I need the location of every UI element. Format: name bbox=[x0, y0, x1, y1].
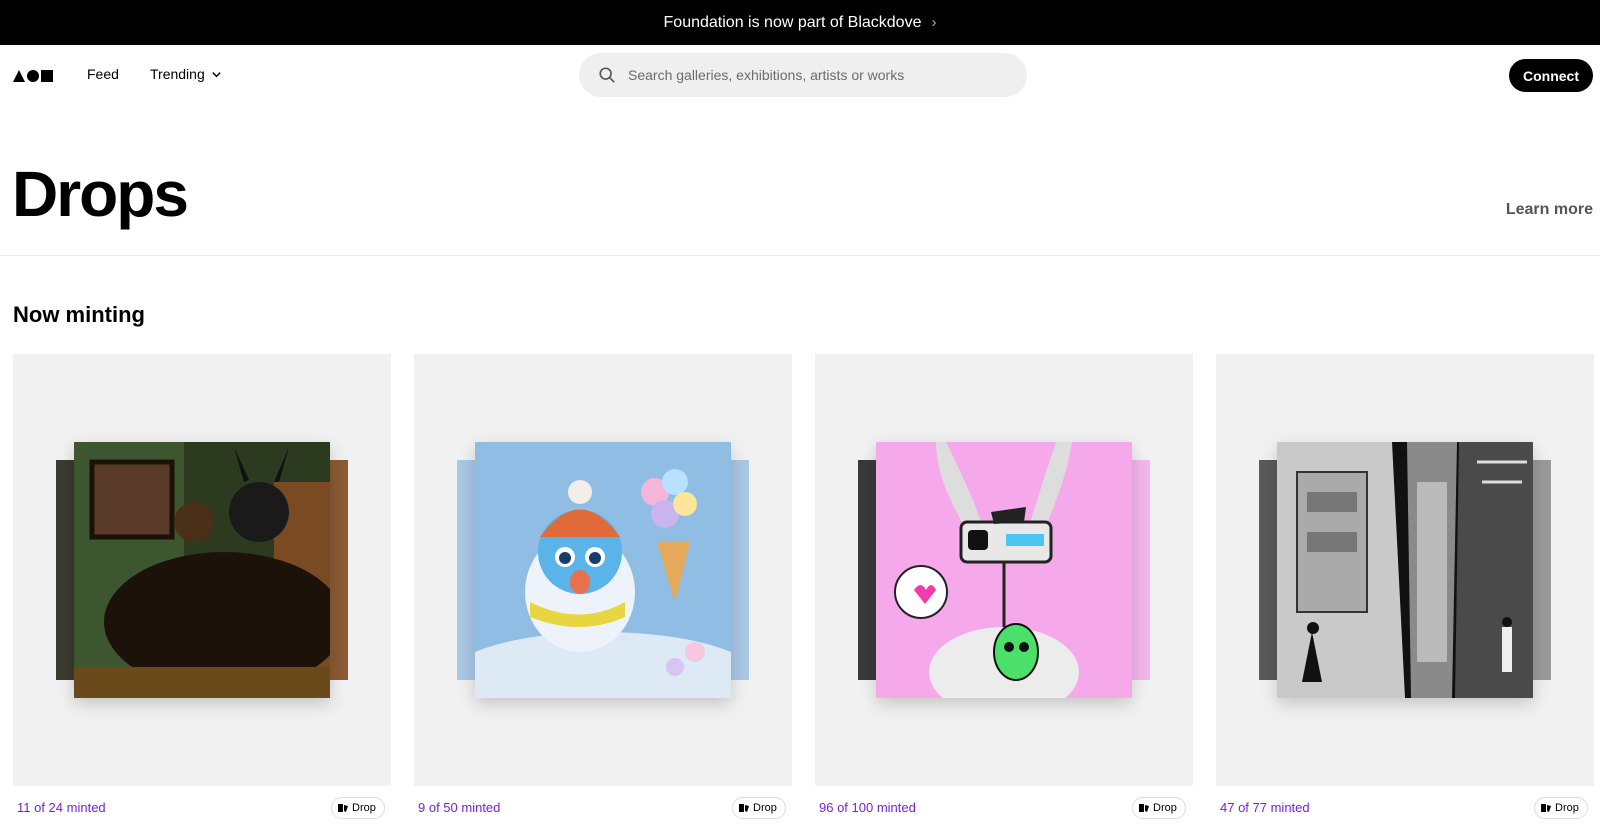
minted-count: 9 of 50 minted bbox=[418, 800, 501, 815]
drop-icon bbox=[1139, 804, 1149, 812]
artwork-thumbnail bbox=[475, 442, 731, 698]
drop-card[interactable] bbox=[815, 354, 1193, 786]
drop-badge: Drop bbox=[1534, 797, 1588, 819]
chevron-down-icon bbox=[212, 71, 221, 77]
artwork-thumbnail bbox=[1277, 442, 1533, 698]
nav-feed[interactable]: Feed bbox=[87, 66, 119, 82]
nav-trending-label: Trending bbox=[150, 66, 205, 82]
drop-card[interactable] bbox=[414, 354, 792, 786]
learn-more-link[interactable]: Learn more bbox=[1506, 201, 1593, 219]
drop-card[interactable] bbox=[1216, 354, 1594, 786]
announcement-banner[interactable]: Foundation is now part of Blackdove › bbox=[0, 0, 1600, 45]
chevron-right-icon: › bbox=[931, 14, 937, 31]
drop-icon bbox=[1541, 804, 1551, 812]
drop-icon bbox=[739, 804, 749, 812]
drop-badge-label: Drop bbox=[1153, 802, 1177, 814]
connect-button[interactable]: Connect bbox=[1509, 59, 1593, 92]
search-input[interactable] bbox=[628, 67, 1008, 83]
drop-card[interactable] bbox=[13, 354, 391, 786]
divider bbox=[0, 255, 1600, 256]
drop-badge: Drop bbox=[331, 797, 385, 819]
drop-badge-label: Drop bbox=[1555, 802, 1579, 814]
section-title: Now minting bbox=[13, 302, 145, 327]
minted-count: 47 of 77 minted bbox=[1220, 800, 1310, 815]
drop-icon bbox=[338, 804, 348, 812]
page-title: Drops bbox=[12, 158, 189, 230]
drop-badge: Drop bbox=[1132, 797, 1186, 819]
artwork-thumbnail bbox=[74, 442, 330, 698]
nav-trending-dropdown[interactable]: Trending bbox=[150, 66, 222, 82]
search-icon bbox=[599, 67, 615, 83]
drop-badge-label: Drop bbox=[753, 802, 777, 814]
minted-count: 11 of 24 minted bbox=[17, 800, 106, 815]
banner-text: Foundation is now part of Blackdove bbox=[663, 13, 922, 31]
foundation-logo-icon[interactable] bbox=[13, 69, 53, 82]
top-nav: Feed Trending Connect bbox=[0, 45, 1600, 105]
minted-count: 96 of 100 minted bbox=[819, 800, 916, 815]
drop-badge-label: Drop bbox=[352, 802, 376, 814]
drop-badge: Drop bbox=[732, 797, 786, 819]
search-bar[interactable] bbox=[579, 53, 1027, 97]
artwork-thumbnail bbox=[876, 442, 1132, 698]
